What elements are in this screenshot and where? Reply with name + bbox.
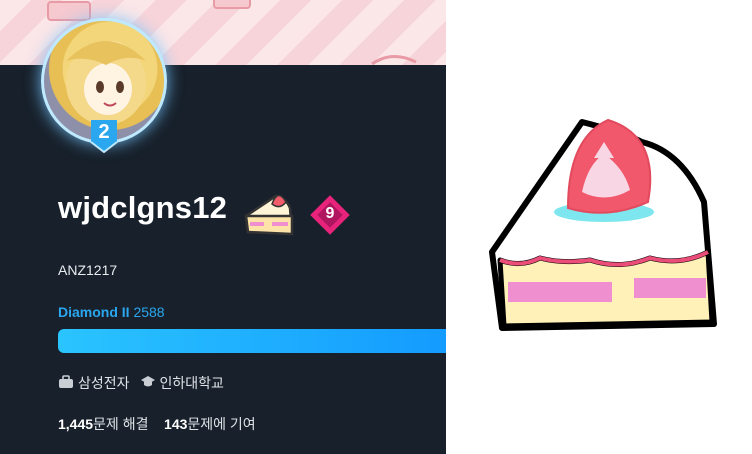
tier-shield-icon: 2	[89, 118, 119, 154]
contrib-count: 143	[164, 416, 188, 432]
tier-level: 2	[98, 121, 110, 143]
user-stats: 1,445문제 해결 143문제에 기여	[58, 414, 256, 434]
rank-badge-number: 9	[325, 205, 335, 222]
tier-name: Diamond II	[58, 304, 130, 320]
rating-progress-bar	[58, 329, 446, 353]
graduation-cap-icon	[140, 375, 156, 392]
diamond-rank-icon[interactable]: 9	[306, 191, 354, 239]
strawberry-cake-icon[interactable]	[240, 186, 296, 240]
school-affiliation[interactable]: 인하대학교	[140, 373, 224, 393]
username: wjdclgns12	[58, 190, 228, 225]
school-name: 인하대학교	[159, 375, 224, 391]
solved-label: 문제 해결	[93, 416, 149, 432]
profile-card: 2 wjdclgns12 9 ANZ1217 Diamond II 2588 삼…	[0, 0, 446, 454]
company-name: 삼성전자	[78, 375, 130, 391]
avatar-wrapper: 2	[41, 18, 167, 154]
contrib-label: 문제에 기여	[187, 416, 256, 432]
briefcase-icon	[58, 374, 74, 392]
user-handle: ANZ1217	[58, 262, 118, 278]
strawberry-cake-illustration	[482, 112, 722, 342]
tier-rating: 2588	[133, 304, 165, 320]
affiliations: 삼성전자 인하대학교	[58, 373, 234, 393]
company-affiliation[interactable]: 삼성전자	[58, 373, 130, 393]
solved-count: 1,445	[58, 416, 94, 432]
tier-line: Diamond II 2588	[58, 304, 165, 320]
